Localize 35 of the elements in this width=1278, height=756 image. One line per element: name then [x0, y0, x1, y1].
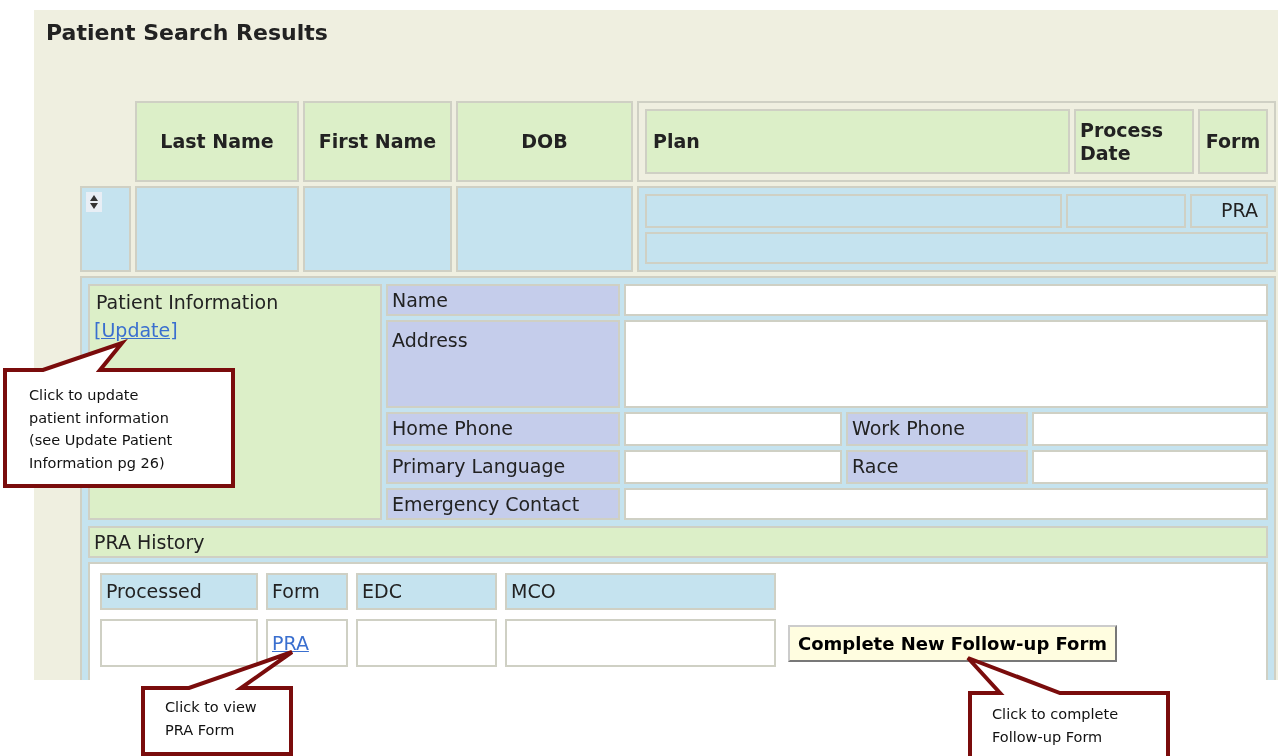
field-value[interactable] [1032, 450, 1268, 484]
callout-text: Click to complete Follow-up Form [992, 705, 1119, 747]
column-header: MCO [505, 573, 776, 610]
sort-icon[interactable] [86, 192, 102, 212]
column-header: DOB [456, 101, 633, 182]
field-value[interactable] [1032, 412, 1268, 446]
column-header: Processed [100, 573, 258, 610]
field-value[interactable] [624, 284, 1268, 316]
field-label: Address [386, 320, 620, 408]
update-link[interactable]: [Update] [92, 319, 180, 341]
page-title: Patient Search Results [45, 19, 329, 47]
field-value[interactable] [624, 450, 842, 484]
follow-up-button[interactable]: Complete New Follow-up Form [788, 624, 1118, 662]
column-header: Process Date [1074, 109, 1194, 174]
column-header: Plan [645, 109, 1070, 174]
field-value[interactable] [624, 320, 1268, 408]
callout-text: Click to update patient information (see Update Patient Information pg 26) [29, 386, 173, 473]
column-header: First Name [303, 101, 452, 182]
field-label: Emergency Contact [386, 488, 620, 520]
section-label: Patient Information [95, 290, 280, 315]
field-value[interactable] [624, 412, 842, 446]
form-cell: PRA [1190, 194, 1268, 228]
field-label: Work Phone [846, 412, 1028, 446]
column-header: Form [1198, 109, 1268, 174]
field-label: Home Phone [386, 412, 620, 446]
column-header: Form [266, 573, 348, 610]
column-header: Last Name [135, 101, 299, 182]
field-label: Primary Language [386, 450, 620, 484]
section-label: PRA History [88, 526, 1268, 558]
field-value[interactable] [624, 488, 1268, 520]
field-label: Name [386, 284, 620, 316]
callout-text: Click to view PRA Form [165, 698, 257, 740]
column-header: EDC [356, 573, 497, 610]
field-label: Race [846, 450, 1028, 484]
form-link[interactable]: PRA [272, 632, 309, 654]
